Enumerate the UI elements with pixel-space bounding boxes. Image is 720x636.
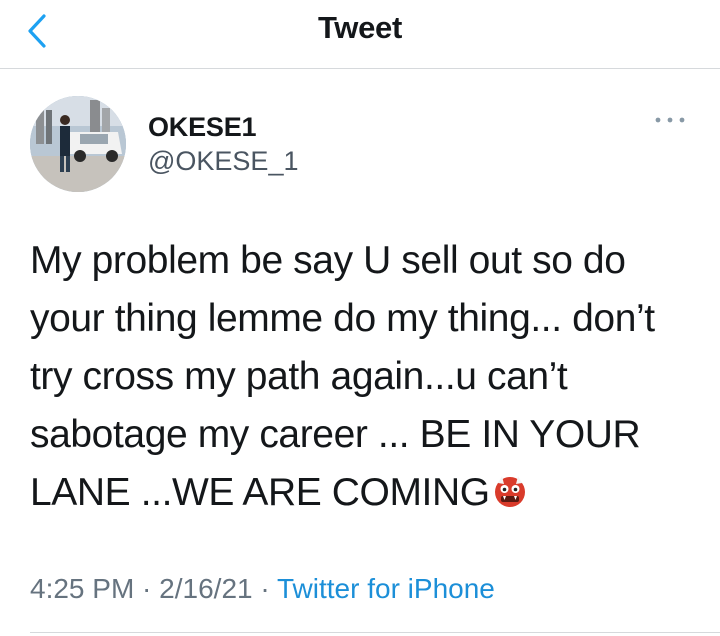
more-options-button[interactable] — [652, 110, 688, 130]
tweet-text-line: LANE ...WE ARE COMING — [30, 464, 700, 522]
tweet-text-line-content: LANE ...WE ARE COMING — [30, 471, 490, 514]
divider — [30, 632, 720, 633]
tweet-text-line: My problem be say U sell out so do — [30, 239, 626, 282]
meta-separator: · — [134, 573, 160, 604]
ogre-emoji-icon — [494, 476, 525, 507]
more-horizontal-icon — [655, 117, 685, 123]
tweet-source-link[interactable]: Twitter for iPhone — [277, 573, 495, 604]
page-title: Tweet — [317, 10, 403, 45]
tweet-metadata: 4:25 PM · 2/16/21 · Twitter for iPhone — [30, 573, 495, 605]
tweet-date: 2/16/21 — [159, 573, 253, 604]
profile-photo — [30, 96, 126, 192]
navigation-bar: Tweet — [0, 0, 720, 69]
meta-separator: · — [252, 573, 277, 604]
tweet-time: 4:25 PM — [30, 573, 135, 604]
avatar[interactable] — [30, 96, 126, 192]
tweet-text: My problem be say U sell out so do your … — [30, 232, 700, 522]
display-name[interactable]: OKESE1 — [148, 112, 257, 143]
tweet-text-line: try cross my path again...u can’t — [30, 355, 568, 398]
user-handle[interactable]: @OKESE_1 — [148, 146, 298, 177]
tweet-text-line: sabotage my career ... BE IN YOUR — [30, 413, 641, 456]
tweet-text-line: your thing lemme do my thing... don’t — [30, 297, 655, 340]
